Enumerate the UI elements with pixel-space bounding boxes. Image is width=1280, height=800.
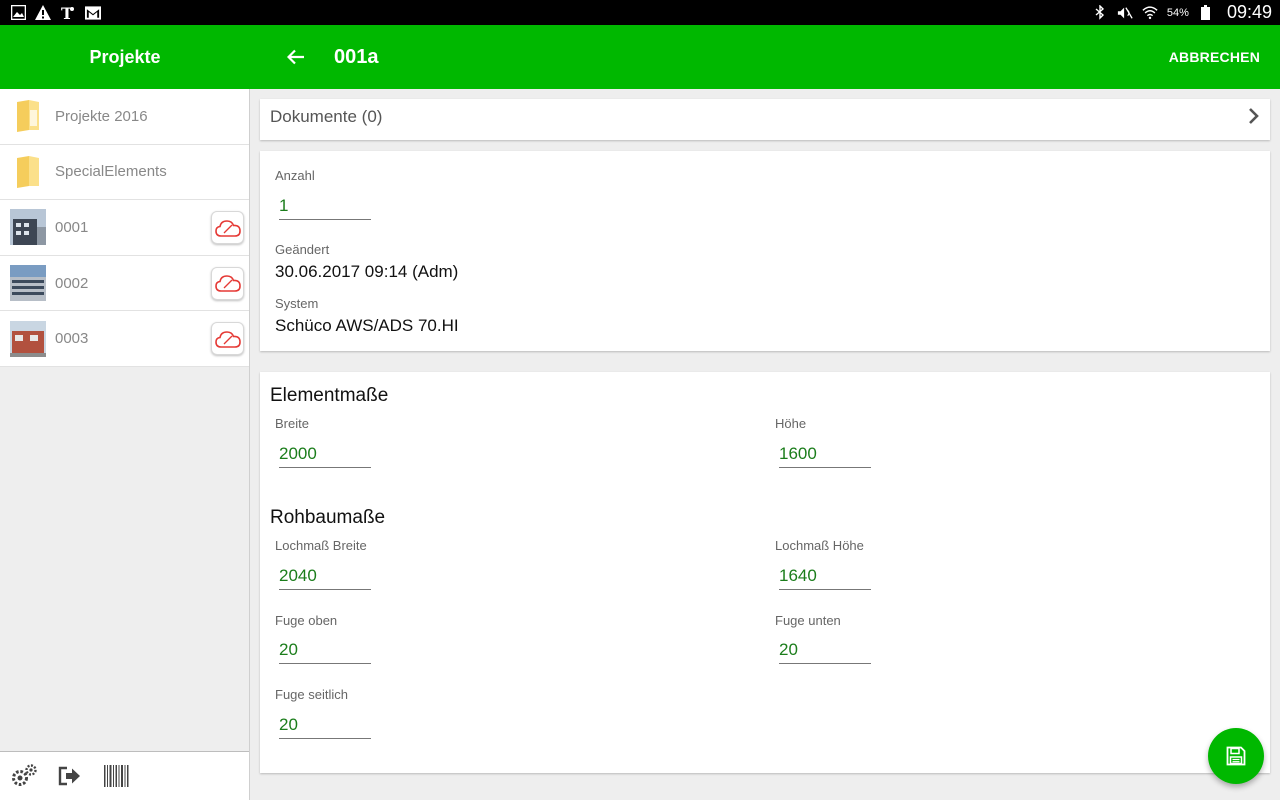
mail-icon xyxy=(85,5,101,21)
lochmass-hoehe-input[interactable] xyxy=(779,564,871,590)
sidebar-item-label: 0003 xyxy=(55,330,89,348)
sidebar-header: Projekte xyxy=(0,25,250,89)
sidebar-item-label: 0002 xyxy=(55,274,89,292)
back-arrow-icon[interactable] xyxy=(284,45,308,69)
folder-icon xyxy=(10,154,46,190)
barcode-icon[interactable] xyxy=(102,762,130,790)
dimensions-card: Elementmaße Breite Höhe Rohbaumaße Lochm… xyxy=(260,372,1270,773)
warning-icon xyxy=(35,5,51,21)
sidebar-item-specialelements[interactable]: SpecialElements xyxy=(0,145,249,201)
building-thumbnail xyxy=(10,209,46,246)
elementmasse-title: Elementmaße xyxy=(270,385,389,406)
sidebar-item-label: SpecialElements xyxy=(55,163,167,181)
cloud-icon xyxy=(214,331,241,348)
breite-input[interactable] xyxy=(279,442,371,468)
hoehe-input[interactable] xyxy=(779,442,871,468)
sidebar-item-0002[interactable]: 0002 xyxy=(0,256,249,312)
chevron-right-icon xyxy=(1246,107,1260,125)
project-list: Projekte 2016 SpecialElements 0001 0002 xyxy=(0,89,249,367)
fuge-seitlich-label: Fuge seitlich xyxy=(275,687,348,702)
sidebar-footer xyxy=(0,751,249,800)
fuge-unten-input[interactable] xyxy=(779,638,871,664)
sidebar-title: Projekte xyxy=(89,46,161,67)
lochmass-breite-label: Lochmaß Breite xyxy=(275,538,367,553)
building-thumbnail xyxy=(10,320,46,357)
fuge-seitlich-input[interactable] xyxy=(279,713,371,739)
documents-label: Dokumente (0) xyxy=(270,106,383,126)
sidebar-item-0003[interactable]: 0003 xyxy=(0,311,249,367)
battery-percent: 54% xyxy=(1166,6,1189,19)
page-title: 001a xyxy=(334,45,379,68)
documents-row[interactable]: Dokumente (0) xyxy=(260,99,1270,140)
lochmass-breite-input[interactable] xyxy=(279,564,371,590)
status-left: T xyxy=(10,5,101,21)
cloud-icon xyxy=(214,219,241,237)
cancel-button[interactable]: ABBRECHEN xyxy=(1169,49,1260,65)
settings-icon[interactable] xyxy=(10,762,38,790)
breite-label: Breite xyxy=(275,416,309,431)
main-header: 001a ABBRECHEN xyxy=(250,25,1280,89)
system-label: System xyxy=(275,296,319,311)
fuge-oben-input[interactable] xyxy=(279,638,371,664)
anzahl-input[interactable] xyxy=(279,194,371,220)
fuge-oben-label: Fuge oben xyxy=(275,613,338,628)
status-bar: T 54% 09:49 xyxy=(0,0,1280,25)
clock: 09:49 xyxy=(1226,2,1272,22)
status-right: 54% 09:49 xyxy=(1092,2,1272,23)
bluetooth-icon xyxy=(1092,5,1108,21)
gallery-icon xyxy=(10,5,26,21)
rohbaumasse-title: Rohbaumaße xyxy=(270,507,386,528)
lochmass-hoehe-label: Lochmaß Höhe xyxy=(775,538,864,553)
sidebar-item-0001[interactable]: 0001 xyxy=(0,200,249,256)
building-thumbnail xyxy=(10,265,46,302)
news-icon: T xyxy=(60,5,76,21)
save-icon xyxy=(1226,746,1246,766)
wifi-icon xyxy=(1142,5,1158,21)
mute-icon xyxy=(1117,5,1133,21)
sidebar-item-label: 0001 xyxy=(55,218,89,236)
hoehe-label: Höhe xyxy=(775,416,807,431)
system-value: Schüco AWS/ADS 70.HI xyxy=(275,316,459,335)
sidebar-item-label: Projekte 2016 xyxy=(55,107,148,125)
folder-icon xyxy=(10,98,46,134)
battery-icon xyxy=(1198,5,1214,21)
cloud-sync-button[interactable] xyxy=(211,322,244,356)
main-content: Dokumente (0) Anzahl Geändert 30.06.2017… xyxy=(250,89,1280,800)
fuge-unten-label: Fuge unten xyxy=(775,613,841,628)
anzahl-label: Anzahl xyxy=(275,168,315,183)
geaendert-value: 30.06.2017 09:14 (Adm) xyxy=(275,262,459,281)
sidebar: Projekte 2016 SpecialElements 0001 0002 xyxy=(0,89,250,800)
save-button[interactable] xyxy=(1208,728,1264,784)
geaendert-label: Geändert xyxy=(275,242,330,257)
logout-icon[interactable] xyxy=(56,762,84,790)
cloud-sync-button[interactable] xyxy=(211,266,244,300)
cloud-icon xyxy=(214,275,241,293)
info-card: Anzahl Geändert 30.06.2017 09:14 (Adm) S… xyxy=(260,151,1270,351)
sidebar-item-projekte-2016[interactable]: Projekte 2016 xyxy=(0,89,249,145)
cloud-sync-button[interactable] xyxy=(211,211,244,245)
